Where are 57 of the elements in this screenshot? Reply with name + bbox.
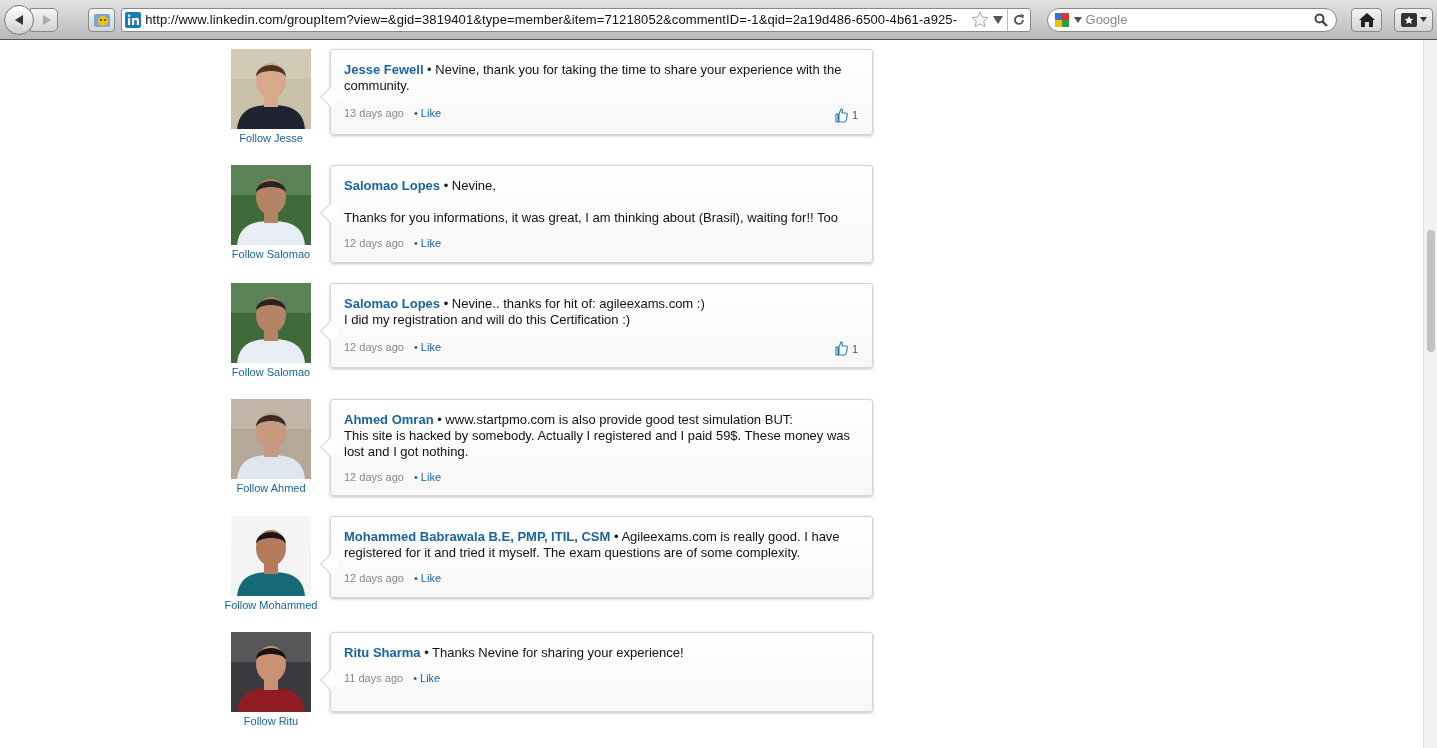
url-text: http://www.linkedin.com/groupItem?view=&gid=3819401&type=member&item=71218052&commentID=-1&qid=2a19d486-6500-4b61-a925- xyxy=(145,10,959,29)
search-engine-icon[interactable] xyxy=(1053,11,1070,28)
back-button[interactable] xyxy=(4,4,34,35)
extension-icon xyxy=(92,11,111,28)
follow-link[interactable]: Follow Mohammed xyxy=(223,598,319,612)
thumbs-up-icon[interactable] xyxy=(834,341,848,357)
like-link[interactable]: • Like xyxy=(413,570,442,587)
search-field[interactable]: Google xyxy=(1046,7,1338,32)
thumbs-up-icon[interactable] xyxy=(834,107,848,123)
extension-button[interactable] xyxy=(88,7,116,32)
bookmarks-icon xyxy=(1400,12,1417,27)
home-icon xyxy=(1358,12,1375,27)
timestamp: 12 days ago xyxy=(344,469,404,485)
scrollbar[interactable] xyxy=(1423,40,1437,748)
dropdown-icon xyxy=(1419,17,1427,22)
like-link[interactable]: • Like xyxy=(413,105,442,122)
timestamp: 12 days ago xyxy=(344,236,404,251)
author-link[interactable]: Mohammed Babrawala B.E, PMP, ITIL, CSM xyxy=(344,529,611,544)
comment-text: Jesse Fewell • Nevine, thank you for taking the time to share your experience with the community. xyxy=(344,62,843,94)
author-link[interactable]: Ahmed Omran xyxy=(344,411,434,427)
like-link[interactable]: • Like xyxy=(413,338,442,355)
like-link[interactable]: • Like xyxy=(413,468,442,485)
search-icon[interactable] xyxy=(1314,12,1329,27)
like-count: 1 xyxy=(851,341,858,357)
follow-link[interactable]: Follow Ahmed xyxy=(223,480,319,495)
timestamp: 12 days ago xyxy=(344,571,404,586)
home-button[interactable] xyxy=(1351,7,1383,32)
back-icon xyxy=(13,13,25,26)
comment-text: Salomao Lopes • Nevine, Thanks for you informations, it was great, I am thinking about (Brasil), waiting for!! Too xyxy=(344,178,839,226)
like-link[interactable]: • Like xyxy=(413,235,442,252)
bookmark-star-icon[interactable] xyxy=(970,10,989,29)
scrollbar-thumb[interactable] xyxy=(1427,230,1435,352)
comment-text: Ritu Sharma • Thanks Nevine for sharing your experience! xyxy=(344,645,685,661)
author-link[interactable]: Salomao Lopes xyxy=(344,295,441,311)
like-link[interactable]: • Like xyxy=(413,670,441,687)
timestamp: 11 days ago xyxy=(344,671,404,686)
author-link[interactable]: Jesse Fewell xyxy=(344,62,424,77)
comment-text: Ahmed Omran • www.startpmo.com is also provide good test simulation BUT: This site is hacked by somebody. Actually I registered and I paid 59$. These money was lost and I got nothing. xyxy=(344,411,852,460)
author-link[interactable]: Salomao Lopes xyxy=(344,178,441,193)
dropdown-icon[interactable] xyxy=(1073,16,1082,23)
author-link[interactable]: Ritu Sharma xyxy=(344,645,421,660)
follow-link[interactable]: Follow Ritu xyxy=(223,714,319,728)
forward-icon xyxy=(41,14,51,25)
address-field[interactable]: http://www.linkedin.com/groupItem?view=&gid=3819401&type=member&item=71218052&commentID=-1&qid=2a19d486-6500-4b61-a925- xyxy=(121,7,1031,32)
reload-icon[interactable] xyxy=(1011,12,1026,27)
comment-text: Salomao Lopes • Nevine.. thanks for hit of: agileexams.com :) I did my registration and will do this Certification :) xyxy=(344,295,706,328)
follow-link[interactable]: Follow Salomao xyxy=(223,364,319,379)
comment-text: Mohammed Babrawala B.E, PMP, ITIL, CSM • Agileexams.com is really good. I have registered for it and tried it myself. The exam questions are of some complexity. xyxy=(344,529,841,561)
dropdown-icon[interactable] xyxy=(992,15,1003,24)
timestamp: 12 days ago xyxy=(344,339,404,355)
timestamp: 13 days ago xyxy=(344,106,404,121)
bookmarks-button[interactable] xyxy=(1394,7,1433,32)
like-count: 1 xyxy=(851,108,858,123)
site-logo-icon xyxy=(125,11,142,28)
follow-link[interactable]: Follow Salomao xyxy=(223,247,319,261)
search-input[interactable]: Google xyxy=(1085,9,1311,30)
follow-link[interactable]: Follow Jesse xyxy=(223,131,319,145)
